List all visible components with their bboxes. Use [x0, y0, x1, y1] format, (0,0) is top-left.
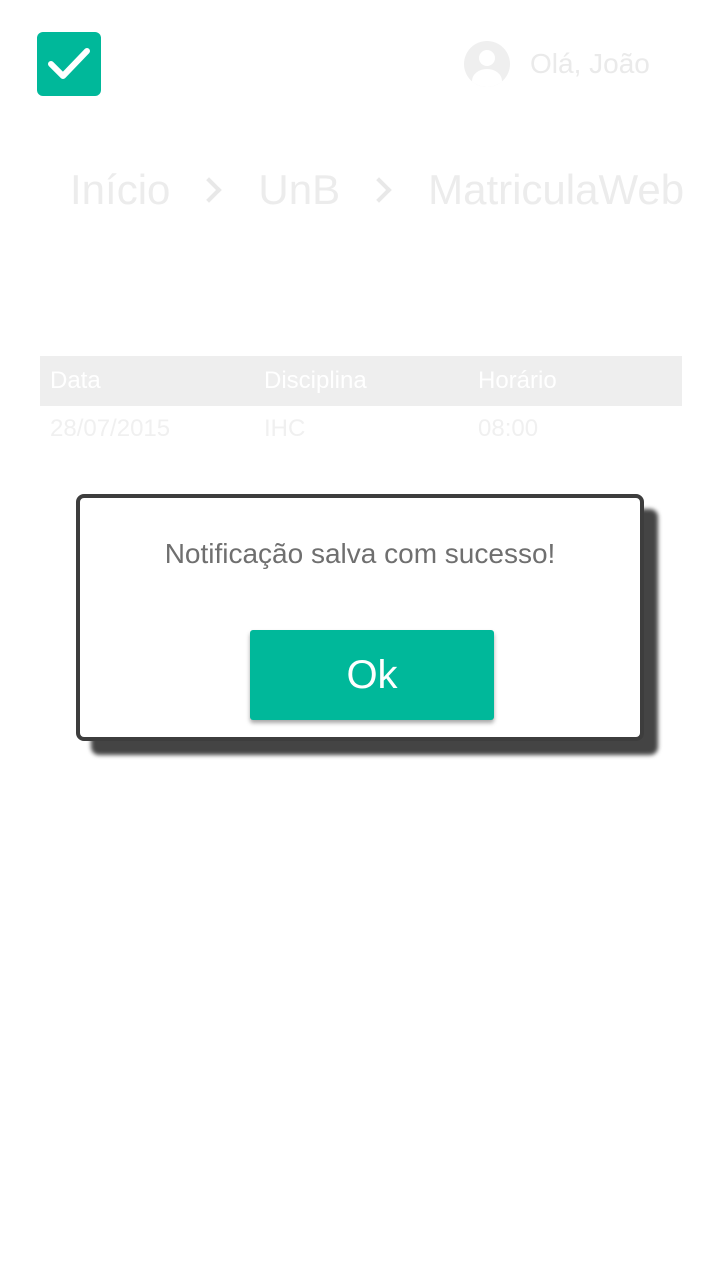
breadcrumb-item-inicio[interactable]: Início: [70, 166, 170, 214]
table-row[interactable]: 28/07/2015 IHC 08:00: [40, 406, 682, 452]
ok-button[interactable]: Ok: [250, 630, 494, 720]
dialog-message: Notificação salva com sucesso!: [164, 538, 556, 569]
user-area[interactable]: Olá, João: [464, 40, 650, 88]
schedule-table: Data Disciplina Horário 28/07/2015 IHC 0…: [40, 356, 682, 452]
column-header-data: Data: [50, 367, 101, 394]
success-dialog: Notificação salva com sucesso! Ok: [76, 494, 644, 741]
breadcrumb-item-unb[interactable]: UnB: [258, 166, 340, 214]
app-logo[interactable]: [37, 32, 101, 96]
cell-disciplina: IHC: [264, 415, 306, 442]
breadcrumb-item-matriculaweb[interactable]: MatriculaWeb: [428, 166, 684, 214]
cell-data: 28/07/2015: [50, 415, 171, 442]
breadcrumb: Início UnB MatriculaWeb: [70, 160, 684, 220]
column-header-disciplina: Disciplina: [264, 367, 367, 394]
screen: Olá, João Início UnB MatriculaWeb Data D…: [0, 0, 720, 1280]
column-header-horario: Horário: [478, 367, 557, 394]
checkmark-icon: [48, 48, 90, 79]
chevron-right-icon: [196, 177, 223, 203]
cell-horario: 08:00: [478, 415, 539, 442]
table-header: Data Disciplina Horário: [40, 356, 682, 406]
user-greeting: Olá, João: [530, 48, 650, 79]
chevron-right-icon: [366, 177, 392, 203]
user-avatar-icon: [464, 41, 510, 87]
